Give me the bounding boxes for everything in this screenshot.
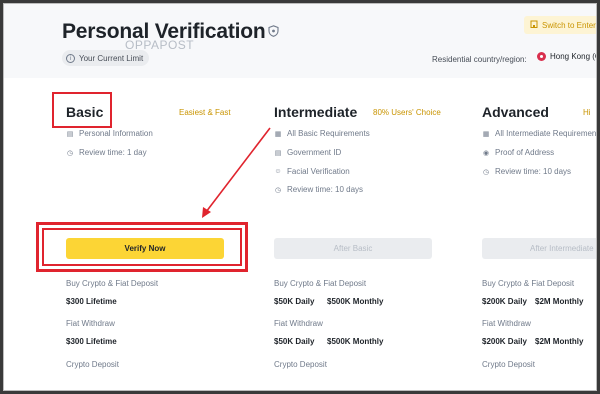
- requirement-item: ◷ Review time: 10 days: [482, 167, 572, 176]
- fiat-withdraw-value: $300 Lifetime: [66, 337, 117, 346]
- fiat-withdraw-label: Fiat Withdraw: [482, 319, 531, 328]
- requirement-item: ▤ Personal Information: [66, 129, 153, 138]
- fiat-withdraw-daily: $200K Daily: [482, 337, 527, 346]
- face-icon: ☺: [274, 168, 282, 175]
- requirement-item: ▦ All Intermediate Requirements: [482, 129, 600, 138]
- buy-crypto-monthly: $2M Monthly: [535, 297, 584, 306]
- after-intermediate-button[interactable]: After Intermediate: [482, 238, 600, 259]
- region-value: Hong Kong (China): [550, 52, 600, 61]
- tier-intermediate-name: Intermediate: [274, 104, 358, 120]
- highlight-verify-inner-box: [42, 228, 242, 266]
- fiat-withdraw-label: Fiat Withdraw: [274, 319, 323, 328]
- location-icon: ◉: [482, 149, 490, 157]
- after-basic-button[interactable]: After Basic: [274, 238, 432, 259]
- buy-crypto-label: Buy Crypto & Fiat Deposit: [482, 279, 575, 288]
- grid-icon: ▦: [482, 130, 490, 138]
- tier-advanced-tagline: Hi: [583, 108, 591, 117]
- switch-enterprise-button[interactable]: Switch to Enterprise: [524, 16, 600, 34]
- region-selector[interactable]: Hong Kong (China): [537, 52, 600, 61]
- buy-crypto-daily: $200K Daily: [482, 297, 527, 306]
- clock-icon: ◷: [66, 149, 74, 157]
- buy-crypto-label: Buy Crypto & Fiat Deposit: [66, 279, 159, 288]
- tier-advanced-name: Advanced: [482, 104, 549, 120]
- crypto-deposit-label: Crypto Deposit: [66, 360, 119, 369]
- buy-crypto-label: Buy Crypto & Fiat Deposit: [274, 279, 367, 288]
- requirement-item: ▤ Government ID: [274, 148, 342, 157]
- requirement-item: ◉ Proof of Address: [482, 148, 555, 157]
- switch-enterprise-label: Switch to Enterprise: [542, 20, 600, 30]
- tier-intermediate-column: Intermediate: [274, 104, 357, 120]
- buy-crypto-value: $300 Lifetime: [66, 297, 117, 306]
- region-label: Residential country/region:: [432, 55, 527, 64]
- grid-icon: ▦: [274, 130, 282, 138]
- building-icon: [530, 20, 538, 30]
- fiat-withdraw-label: Fiat Withdraw: [66, 319, 115, 328]
- current-limit-pill[interactable]: i Your Current Limit: [62, 50, 150, 66]
- requirement-item: ◷ Review time: 10 days: [274, 185, 364, 194]
- clock-icon: ◷: [274, 186, 282, 194]
- requirement-item: ◷ Review time: 1 day: [66, 148, 147, 157]
- buy-crypto-monthly: $500K Monthly: [327, 297, 384, 306]
- fiat-withdraw-monthly: $500K Monthly: [327, 337, 384, 346]
- requirement-item: ☺ Facial Verification: [274, 167, 350, 176]
- tier-intermediate-tagline: 80% Users' Choice: [373, 108, 441, 117]
- fiat-withdraw-monthly: $2M Monthly: [535, 337, 584, 346]
- crypto-deposit-label: Crypto Deposit: [482, 360, 535, 369]
- id-card-icon: ▤: [274, 149, 282, 157]
- tier-basic-tagline: Easiest & Fast: [179, 108, 231, 117]
- id-card-icon: ▤: [66, 130, 74, 138]
- shield-icon: [268, 24, 279, 42]
- current-limit-label: Your Current Limit: [79, 53, 144, 63]
- fiat-withdraw-daily: $50K Daily: [274, 337, 315, 346]
- requirement-item: ▦ All Basic Requirements: [274, 129, 370, 138]
- tier-advanced-column: Advanced: [482, 104, 549, 120]
- buy-crypto-daily: $50K Daily: [274, 297, 315, 306]
- highlight-basic-box: [52, 92, 112, 128]
- clock-icon: ◷: [482, 168, 490, 176]
- info-icon: i: [66, 53, 75, 63]
- crypto-deposit-label: Crypto Deposit: [274, 360, 327, 369]
- flag-icon: [537, 52, 546, 61]
